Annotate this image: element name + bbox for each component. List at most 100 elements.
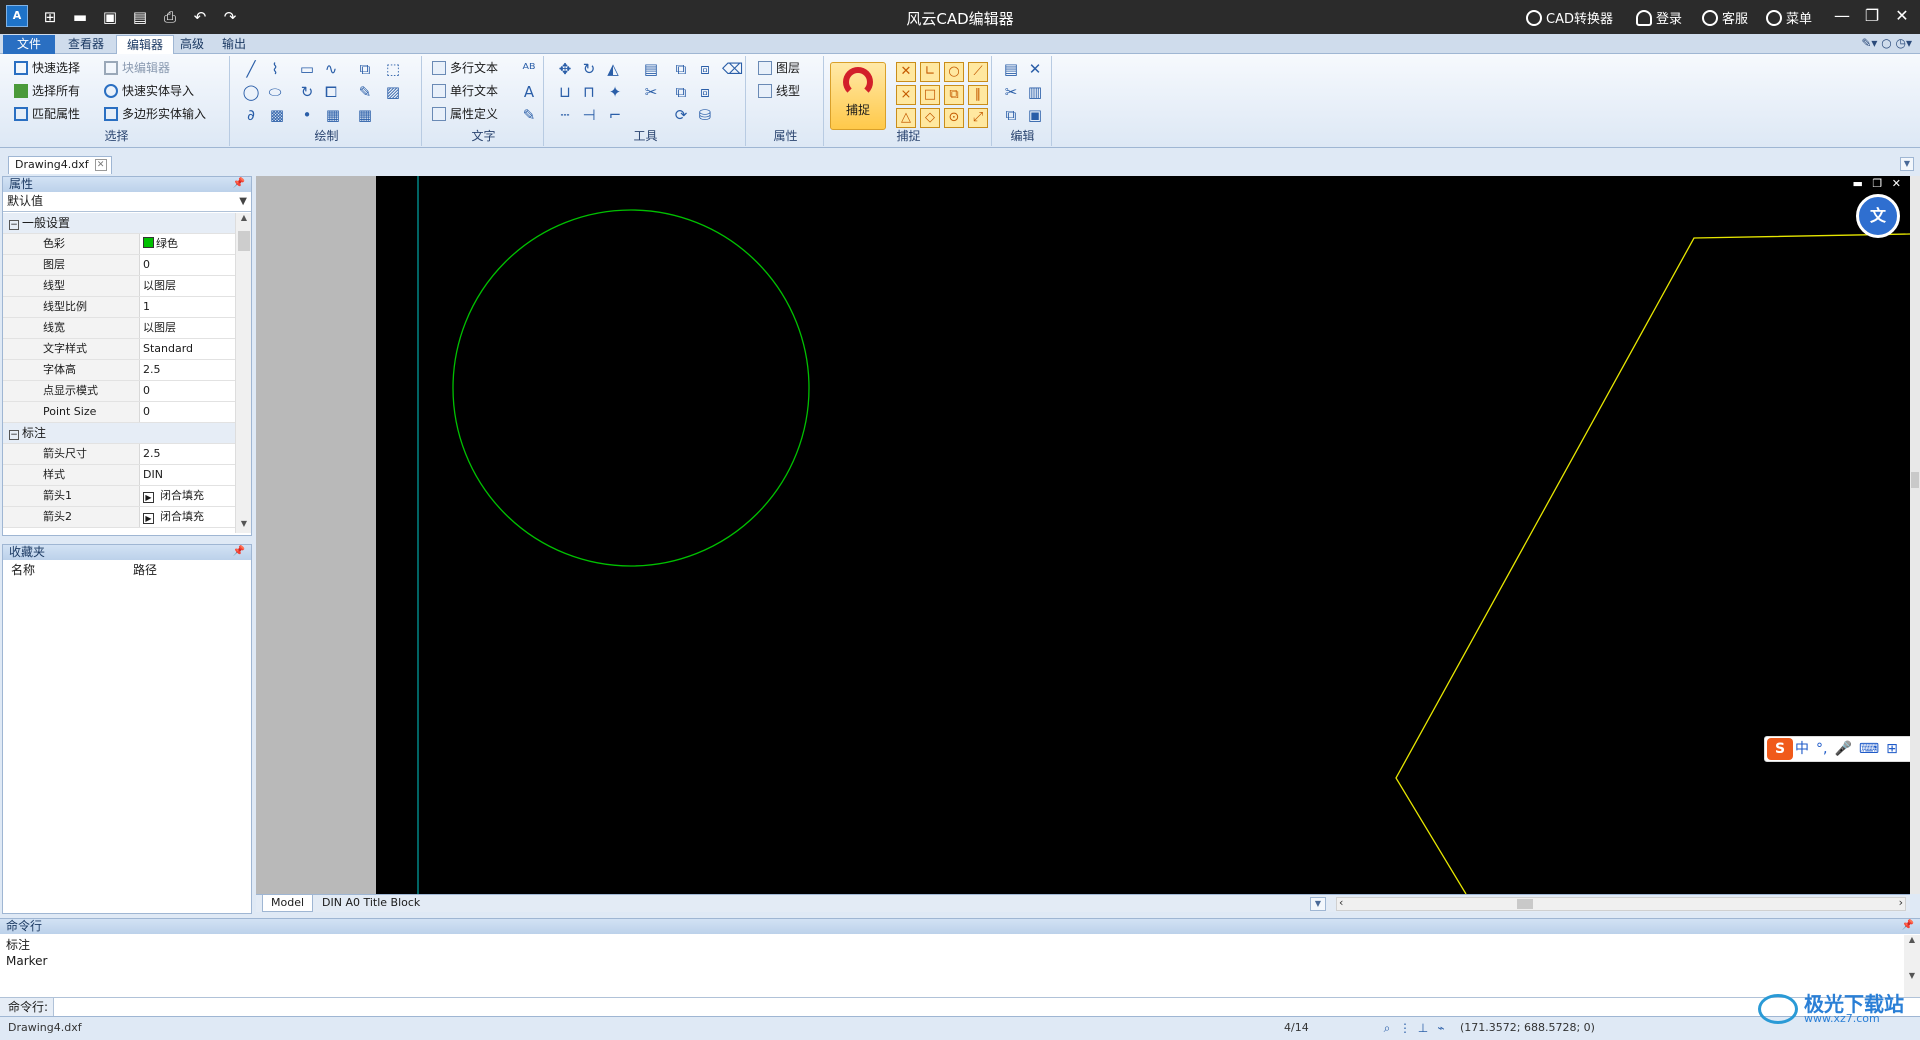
snap-center-icon[interactable]: ○ xyxy=(944,62,964,82)
close-tab-icon[interactable]: ✕ xyxy=(94,159,107,171)
scale-icon[interactable]: ⊔ xyxy=(556,83,574,101)
property-row[interactable]: 箭头尺寸 2.5 xyxy=(3,444,235,465)
green-circle[interactable] xyxy=(452,209,810,567)
property-value[interactable]: 0 xyxy=(143,402,235,422)
property-value[interactable]: 2.5 xyxy=(143,444,235,464)
snap-insert-icon[interactable]: ⧉ xyxy=(944,85,964,105)
property-value[interactable]: 以图层 xyxy=(143,318,235,338)
linetype-button[interactable]: 线型 xyxy=(758,81,800,101)
property-value[interactable]: 2.5 xyxy=(143,360,235,380)
mirror-icon[interactable]: ◭ xyxy=(604,60,622,78)
column-name-header[interactable]: 名称 xyxy=(11,560,35,580)
scroll-thumb[interactable] xyxy=(1517,899,1533,909)
snap-node-icon[interactable]: □ xyxy=(920,85,940,105)
tab-advanced[interactable]: 高级 xyxy=(170,35,214,54)
trim-icon[interactable]: ✂ xyxy=(642,83,660,101)
tab-din-a0[interactable]: DIN A0 Title Block xyxy=(314,895,428,912)
properties-filter-select[interactable]: 默认值 ▼ xyxy=(3,192,251,212)
arc-icon[interactable]: ↻ xyxy=(298,83,316,101)
property-value[interactable]: 0 xyxy=(143,255,235,275)
group-icon[interactable]: ⧈ xyxy=(696,83,714,101)
save-icon[interactable]: ▣ xyxy=(100,7,120,27)
property-row[interactable]: 线型 以图层 xyxy=(3,276,235,297)
scroll-thumb[interactable] xyxy=(1911,472,1919,488)
property-row[interactable]: 字体高 2.5 xyxy=(3,360,235,381)
close-button[interactable]: ✕ xyxy=(1890,4,1914,28)
property-value[interactable]: 1 xyxy=(143,297,235,317)
ribbon-options-icon[interactable]: ✎▾ ○ ◷▾ xyxy=(1861,36,1912,50)
ime-toolbar[interactable]: S 中 °, 🎤 ⌨ ⊞ xyxy=(1764,736,1918,762)
minimize-button[interactable]: — xyxy=(1830,4,1854,28)
delete-icon[interactable]: ✕ xyxy=(1026,60,1044,78)
text-edit-icon[interactable]: ✎ xyxy=(520,106,538,124)
tab-list-dropdown-icon[interactable]: ▼ xyxy=(1900,157,1914,171)
canvas-vscrollbar[interactable] xyxy=(1910,176,1920,894)
helix-icon[interactable]: ∂ xyxy=(242,106,260,124)
model-canvas[interactable]: ▬ ❐ ✕ 文 xyxy=(376,176,1910,894)
properties-icon[interactable]: ▣ xyxy=(1026,106,1044,124)
ellipse-icon[interactable]: ⬭ xyxy=(266,83,284,101)
snap-intersection-icon[interactable]: ⨯ xyxy=(896,85,916,105)
property-value[interactable]: DIN xyxy=(143,465,235,485)
property-row[interactable]: 点显示模式 0 xyxy=(3,381,235,402)
property-row[interactable]: 箭头2 ▶ 闭合填充 xyxy=(3,507,235,528)
command-input[interactable] xyxy=(60,999,1900,1016)
layout-dropdown-icon[interactable]: ▼ xyxy=(1310,897,1326,911)
table-icon[interactable]: ▦ xyxy=(356,106,374,124)
scroll-up-icon[interactable]: ▲ xyxy=(236,213,252,227)
snap-parallel-icon[interactable]: ∥ xyxy=(968,85,988,105)
mic-icon[interactable]: 🎤 xyxy=(1834,737,1851,761)
pin-icon[interactable]: 📌 xyxy=(233,177,245,191)
cut-icon[interactable]: ✂ xyxy=(1002,83,1020,101)
snap-midpoint-icon[interactable]: △ xyxy=(896,108,916,128)
property-row[interactable]: 图层 0 xyxy=(3,255,235,276)
refresh-icon[interactable]: ⟳ xyxy=(672,106,690,124)
array-icon[interactable]: ▤ xyxy=(642,60,660,78)
property-row[interactable]: 箭头1 ▶ 闭合填充 xyxy=(3,486,235,507)
lengthen-icon[interactable]: ⊣ xyxy=(580,106,598,124)
category-dimension[interactable]: − 标注 xyxy=(3,423,235,444)
extend-icon[interactable]: ⧉ xyxy=(672,83,690,101)
join-icon[interactable]: ⧈ xyxy=(696,60,714,78)
quick-import-button[interactable]: 快速实体导入 xyxy=(104,81,194,101)
tab-output[interactable]: 输出 xyxy=(212,35,256,54)
rotate-icon[interactable]: ↻ xyxy=(580,60,598,78)
property-row[interactable]: Point Size 0 xyxy=(3,402,235,423)
stretch-icon[interactable]: ⊓ xyxy=(580,83,598,101)
property-value[interactable]: ▶ 闭合填充 xyxy=(143,486,235,506)
punct-icon[interactable]: °, xyxy=(1816,737,1827,761)
tab-file[interactable]: 文件 xyxy=(3,35,55,54)
erase-icon[interactable]: ⌫ xyxy=(722,60,743,78)
explode-icon[interactable]: ✦ xyxy=(606,83,624,101)
scroll-down-icon[interactable]: ▼ xyxy=(236,519,252,533)
restore-button[interactable]: ❐ xyxy=(1860,4,1884,28)
property-row[interactable]: 线型比例 1 xyxy=(3,297,235,318)
snap-extension-icon[interactable]: ⤢ xyxy=(968,108,988,128)
category-general[interactable]: − 一般设置 xyxy=(3,213,235,234)
layer-button[interactable]: 图层 xyxy=(758,58,800,78)
hatch-icon[interactable]: ▩ xyxy=(268,106,286,124)
property-row[interactable]: 文字样式 Standard xyxy=(3,339,235,360)
property-row[interactable]: 线宽 以图层 xyxy=(3,318,235,339)
tab-viewer[interactable]: 查看器 xyxy=(58,35,114,54)
mtext-button[interactable]: 多行文本 xyxy=(432,58,498,78)
pin-icon[interactable]: 📌 xyxy=(1902,919,1914,933)
snap-endpoint-icon[interactable]: ✕ xyxy=(896,62,916,82)
match-props-button[interactable]: 匹配属性 xyxy=(14,104,80,124)
scroll-thumb[interactable] xyxy=(238,231,250,251)
canvas-hscrollbar[interactable]: ‹ › xyxy=(1336,896,1906,911)
circle-icon[interactable]: ◯ xyxy=(242,83,260,101)
property-value[interactable]: 绿色 xyxy=(143,234,235,254)
osnap-icon[interactable]: ⌁ xyxy=(1434,1021,1448,1035)
property-value[interactable]: Standard xyxy=(143,339,235,359)
property-value[interactable]: 0 xyxy=(143,381,235,401)
property-row[interactable]: 样式 DIN xyxy=(3,465,235,486)
pen-icon[interactable]: ✎ xyxy=(356,83,374,101)
column-path-header[interactable]: 路径 xyxy=(133,560,157,580)
ortho-icon[interactable]: ⊥ xyxy=(1416,1021,1430,1035)
polyline-icon[interactable]: ⌇ xyxy=(266,60,284,78)
property-value[interactable]: 以图层 xyxy=(143,276,235,296)
properties-scrollbar[interactable]: ▲ ▼ xyxy=(235,213,251,533)
spell-check-icon[interactable]: A xyxy=(520,83,538,101)
polygon-input-button[interactable]: 多边形实体输入 xyxy=(104,104,206,124)
